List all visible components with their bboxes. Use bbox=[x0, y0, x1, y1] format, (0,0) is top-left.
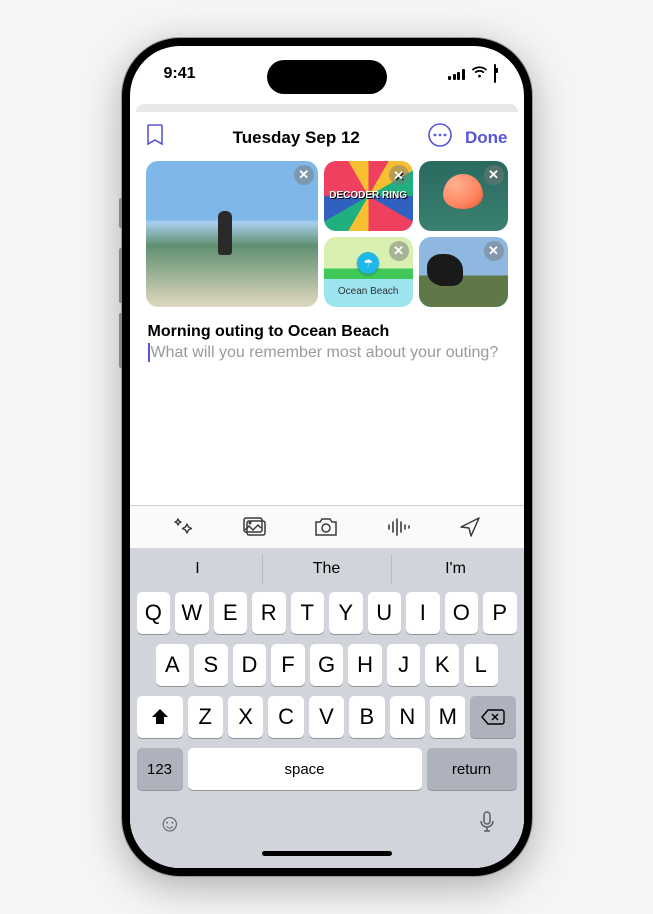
key-j[interactable]: J bbox=[387, 644, 421, 686]
location-icon[interactable] bbox=[457, 516, 483, 538]
key-row-2: ASDFGHJKL bbox=[134, 644, 520, 686]
wifi-icon bbox=[471, 65, 488, 83]
done-button[interactable]: Done bbox=[465, 128, 508, 148]
entry-sheet: Tuesday Sep 12 Done ✕ DECODER RING ✕ bbox=[130, 112, 524, 868]
key-k[interactable]: K bbox=[425, 644, 459, 686]
screen: 9:41 Tuesday Sep 12 bbox=[130, 46, 524, 868]
entry-title: Morning outing to Ocean Beach bbox=[148, 323, 506, 341]
key-y[interactable]: Y bbox=[329, 592, 363, 634]
suggestions-icon[interactable] bbox=[170, 516, 196, 538]
attachment-location[interactable]: ☂ Ocean Beach ✕ bbox=[324, 237, 413, 307]
key-l[interactable]: L bbox=[464, 644, 498, 686]
key-h[interactable]: H bbox=[348, 644, 382, 686]
emoji-key[interactable]: ☺ bbox=[158, 810, 183, 841]
remove-attachment-icon[interactable]: ✕ bbox=[389, 165, 409, 185]
nav-bar: Tuesday Sep 12 Done bbox=[130, 112, 524, 161]
text-cursor bbox=[148, 343, 150, 362]
key-g[interactable]: G bbox=[310, 644, 344, 686]
key-v[interactable]: V bbox=[309, 696, 344, 738]
entry-toolbar bbox=[130, 505, 524, 548]
key-c[interactable]: C bbox=[268, 696, 303, 738]
podcast-title: DECODER RING bbox=[329, 191, 407, 201]
attachment-podcast[interactable]: DECODER RING ✕ bbox=[324, 161, 413, 231]
key-o[interactable]: O bbox=[445, 592, 479, 634]
phone-frame: 9:41 Tuesday Sep 12 bbox=[122, 38, 532, 876]
remove-attachment-icon[interactable]: ✕ bbox=[484, 241, 504, 261]
audio-icon[interactable] bbox=[385, 516, 411, 538]
numbers-key[interactable]: 123 bbox=[137, 748, 183, 790]
status-time: 9:41 bbox=[164, 65, 196, 83]
key-a[interactable]: A bbox=[156, 644, 190, 686]
remove-attachment-icon[interactable]: ✕ bbox=[294, 165, 314, 185]
key-u[interactable]: U bbox=[368, 592, 402, 634]
predictive-option[interactable]: I bbox=[134, 554, 263, 584]
battery-icon bbox=[494, 65, 496, 83]
key-x[interactable]: X bbox=[228, 696, 263, 738]
delete-key[interactable] bbox=[470, 696, 516, 738]
bookmark-icon[interactable] bbox=[146, 123, 166, 152]
return-key[interactable]: return bbox=[427, 748, 517, 790]
predictive-option[interactable]: The bbox=[263, 554, 392, 584]
key-n[interactable]: N bbox=[390, 696, 425, 738]
photos-icon[interactable] bbox=[242, 516, 268, 538]
space-key[interactable]: space bbox=[188, 748, 422, 790]
key-e[interactable]: E bbox=[214, 592, 248, 634]
key-b[interactable]: B bbox=[349, 696, 384, 738]
key-w[interactable]: W bbox=[175, 592, 209, 634]
location-label: Ocean Beach bbox=[324, 286, 413, 297]
cell-signal-icon bbox=[448, 69, 465, 80]
key-p[interactable]: P bbox=[483, 592, 517, 634]
nav-date-title: Tuesday Sep 12 bbox=[176, 128, 418, 148]
attachment-photo-dog[interactable]: ✕ bbox=[419, 237, 508, 307]
shift-key[interactable] bbox=[137, 696, 183, 738]
map-pin-icon: ☂ bbox=[357, 252, 379, 274]
key-row-4: 123 space return bbox=[134, 748, 520, 790]
dynamic-island bbox=[267, 60, 387, 94]
key-row-1: QWERTYUIOP bbox=[134, 592, 520, 634]
predictive-option[interactable]: I'm bbox=[392, 554, 520, 584]
key-row-3: ZXCVBNM bbox=[134, 696, 520, 738]
dictation-key[interactable] bbox=[478, 810, 496, 841]
key-r[interactable]: R bbox=[252, 592, 286, 634]
attachments-grid: ✕ DECODER RING ✕ ✕ ☂ Ocean Beach ✕ ✕ bbox=[130, 161, 524, 309]
attachment-photo-shell[interactable]: ✕ bbox=[419, 161, 508, 231]
key-i[interactable]: I bbox=[406, 592, 440, 634]
key-z[interactable]: Z bbox=[188, 696, 223, 738]
key-d[interactable]: D bbox=[233, 644, 267, 686]
key-t[interactable]: T bbox=[291, 592, 325, 634]
key-m[interactable]: M bbox=[430, 696, 465, 738]
key-f[interactable]: F bbox=[271, 644, 305, 686]
home-indicator[interactable] bbox=[262, 851, 392, 856]
camera-icon[interactable] bbox=[313, 516, 339, 538]
remove-attachment-icon[interactable]: ✕ bbox=[484, 165, 504, 185]
key-q[interactable]: Q bbox=[137, 592, 171, 634]
remove-attachment-icon[interactable]: ✕ bbox=[389, 241, 409, 261]
keyboard: I The I'm QWERTYUIOP ASDFGHJKL ZXCVBNM bbox=[130, 548, 524, 868]
entry-body[interactable]: Morning outing to Ocean Beach What will … bbox=[130, 309, 524, 372]
background-sheet bbox=[136, 104, 518, 112]
attachment-photo-beach[interactable]: ✕ bbox=[146, 161, 318, 307]
entry-placeholder: What will you remember most about your o… bbox=[151, 344, 499, 361]
predictive-bar: I The I'm bbox=[134, 554, 520, 584]
entry-text-input[interactable]: What will you remember most about your o… bbox=[148, 343, 506, 364]
more-icon[interactable] bbox=[427, 122, 453, 153]
key-s[interactable]: S bbox=[194, 644, 228, 686]
